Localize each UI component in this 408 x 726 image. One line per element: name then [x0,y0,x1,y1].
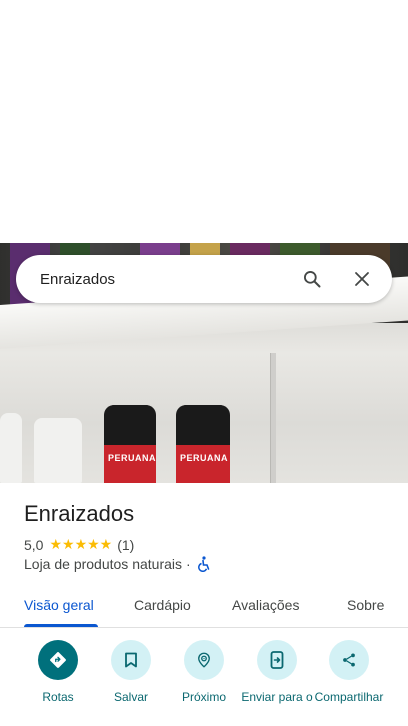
tab-overview[interactable]: Visão geral [24,597,94,613]
directions-icon[interactable] [38,640,78,680]
send-to-phone-icon[interactable] [257,640,297,680]
tab-menu[interactable]: Cardápio [134,597,191,613]
save-label: Salvar [113,690,148,704]
photo-jar-text: PERUANA [108,453,157,463]
photo-bottle [0,413,22,483]
photo-bracket [270,353,276,483]
close-icon[interactable] [350,267,374,291]
photo-jar-text: PERUANA [180,453,229,463]
share-label: Compartilhar [314,690,384,704]
active-tab-indicator [24,624,98,627]
share-icon[interactable] [329,640,369,680]
nearby-label: Próximo [181,690,226,704]
rating-value: 5,0 [24,536,44,553]
search-icon[interactable] [300,267,324,291]
place-title: Enraizados [24,501,135,526]
action-bar: Rotas Salvar Próximo Enviar para o Compa… [0,640,408,726]
photo-jar: PERUANA [104,405,156,483]
photo-jar-label: PERUANA [176,445,230,483]
search-input[interactable]: Enraizados [40,271,300,288]
photo-jar-cap [180,405,226,427]
rating-row[interactable]: 5,0 ★★★★★ (1) [24,536,134,553]
directions-button[interactable]: Rotas [18,640,98,705]
review-count[interactable]: (1) [117,537,134,553]
search-bar[interactable]: Enraizados [16,255,392,303]
tab-bar: Visão geral Cardápio Avaliações Sobre [0,588,408,628]
photo-jar-label: PERUANA [104,445,156,483]
tab-about[interactable]: Sobre [347,597,384,613]
share-button[interactable]: Compartilhar [309,640,389,705]
save-button[interactable]: Salvar [91,640,171,705]
app-root: PERUANA PERUANA Enraizados Enraizados 5,… [0,0,408,726]
separator-dot: · [186,556,191,572]
bookmark-icon[interactable] [111,640,151,680]
tab-reviews[interactable]: Avaliações [232,597,299,613]
rating-stars: ★★★★★ [49,536,113,552]
directions-label: Rotas [42,690,74,704]
photo-jar-cap [108,405,152,427]
photo-jar: PERUANA [176,405,230,483]
send-to-phone-button[interactable]: Enviar para o [237,640,317,705]
nearby-icon[interactable] [184,640,224,680]
place-category: Loja de produtos naturais [24,556,182,572]
send-to-phone-label: Enviar para o [241,690,313,704]
wheelchair-icon [197,556,211,573]
category-row: Loja de produtos naturais · [24,556,211,573]
photo-bottle [34,418,82,483]
nearby-button[interactable]: Próximo [164,640,244,705]
